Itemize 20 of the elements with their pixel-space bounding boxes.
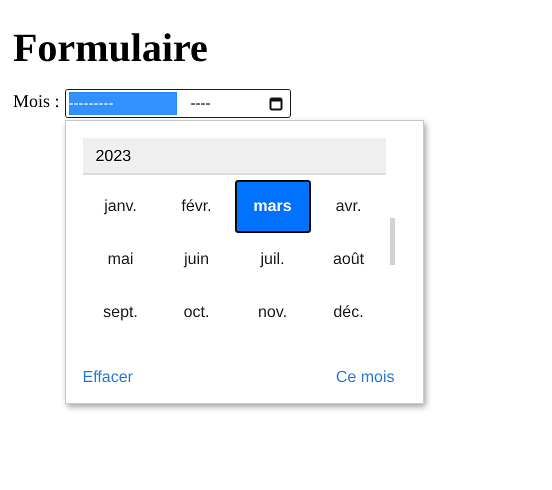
month-option[interactable]: mai [82,233,159,286]
month-option[interactable]: févr. [158,180,235,233]
scrollbar-thumb[interactable] [390,218,395,265]
month-option[interactable]: nov. [234,286,311,339]
month-option[interactable]: janv. [82,180,159,233]
month-label: Mois : [13,91,60,112]
month-option[interactable]: oct. [158,286,235,339]
picker-action-link[interactable]: Ce mois [336,369,395,387]
month-option[interactable]: juil. [234,233,311,286]
month-option[interactable]: août [310,233,387,286]
month-option[interactable]: sept. [82,286,159,339]
month-option[interactable]: mars [234,180,311,233]
calendar-icon[interactable] [268,96,283,111]
month-option[interactable]: déc. [310,286,387,339]
month-option[interactable]: juin [158,233,235,286]
month-input-field[interactable]: --------- ---- [64,89,291,118]
page-heading: Formulaire [13,24,209,72]
month-option[interactable]: avr. [310,180,387,233]
year-header[interactable]: 2023 [82,138,386,175]
picker-action-link[interactable]: Effacer [82,369,133,387]
